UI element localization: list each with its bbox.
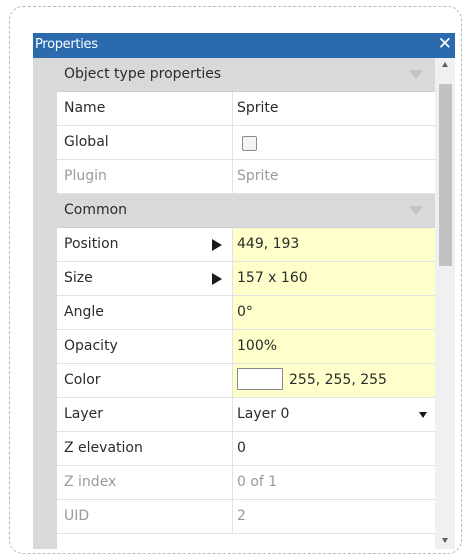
position-value[interactable]: 449, 193	[233, 228, 435, 261]
property-label: Opacity	[57, 330, 233, 363]
panel-title-bar: Properties ✕	[33, 33, 455, 58]
z-index-value: 0 of 1	[237, 474, 278, 490]
properties-panel: Properties ✕ Object type properties Name…	[33, 33, 455, 549]
property-label: Color	[57, 364, 233, 397]
section-object-type-properties[interactable]: Object type properties	[57, 58, 435, 92]
property-row-global[interactable]: Global	[57, 126, 435, 160]
panel-title: Properties	[35, 37, 98, 52]
collapse-arrow-icon[interactable]	[409, 206, 423, 215]
section-label: Object type properties	[64, 66, 222, 82]
close-icon[interactable]: ✕	[438, 34, 452, 54]
property-row-size[interactable]: Size 157 x 160	[57, 262, 435, 296]
layer-dropdown[interactable]: Layer 0	[233, 398, 435, 431]
uid-value: 2	[237, 508, 246, 524]
vertical-scrollbar[interactable]	[435, 58, 455, 549]
scroll-up-arrow-icon[interactable]	[442, 62, 448, 67]
property-row-plugin: Plugin Sprite	[57, 160, 435, 194]
property-row-name[interactable]: Name Sprite	[57, 92, 435, 126]
property-label: Angle	[57, 296, 233, 329]
property-row-color[interactable]: Color 255, 255, 255	[57, 364, 435, 398]
property-label: Position	[57, 228, 233, 261]
expand-arrow-icon[interactable]	[212, 239, 222, 251]
name-value[interactable]: Sprite	[233, 92, 435, 125]
collapse-arrow-icon[interactable]	[409, 70, 423, 79]
property-label: Global	[57, 126, 233, 159]
property-row-opacity[interactable]: Opacity 100%	[57, 330, 435, 364]
opacity-value[interactable]: 100%	[233, 330, 435, 363]
property-label: Z index	[57, 466, 233, 499]
dropdown-arrow-icon[interactable]	[419, 412, 427, 418]
color-swatch[interactable]	[237, 368, 283, 390]
expand-arrow-icon[interactable]	[212, 273, 222, 285]
property-label: Layer	[57, 398, 233, 431]
property-grid: Object type properties Name Sprite Globa…	[57, 58, 435, 549]
property-label: Plugin	[57, 160, 233, 193]
scrollbar-thumb[interactable]	[439, 84, 452, 266]
property-label: UID	[57, 500, 233, 533]
property-row-uid: UID 2	[57, 500, 435, 534]
color-value-text: 255, 255, 255	[289, 372, 387, 388]
section-label: Common	[64, 202, 128, 218]
property-label: Name	[57, 92, 233, 125]
size-value[interactable]: 157 x 160	[233, 262, 435, 295]
color-value[interactable]: 255, 255, 255	[233, 364, 435, 397]
global-value	[233, 126, 435, 159]
property-row-angle[interactable]: Angle 0°	[57, 296, 435, 330]
plugin-value: Sprite	[237, 168, 279, 184]
layer-selected-value: Layer 0	[237, 406, 290, 422]
property-grid-gutter	[33, 58, 57, 549]
z-elevation-value[interactable]: 0	[233, 432, 435, 465]
property-row-z-elevation[interactable]: Z elevation 0	[57, 432, 435, 466]
property-row-z-index: Z index 0 of 1	[57, 466, 435, 500]
property-row-position[interactable]: Position 449, 193	[57, 228, 435, 262]
angle-value[interactable]: 0°	[233, 296, 435, 329]
property-label: Z elevation	[57, 432, 233, 465]
section-common[interactable]: Common	[57, 194, 435, 228]
scroll-down-arrow-icon[interactable]	[442, 538, 448, 543]
global-checkbox[interactable]	[242, 136, 257, 151]
property-row-layer[interactable]: Layer Layer 0	[57, 398, 435, 432]
property-label: Size	[57, 262, 233, 295]
